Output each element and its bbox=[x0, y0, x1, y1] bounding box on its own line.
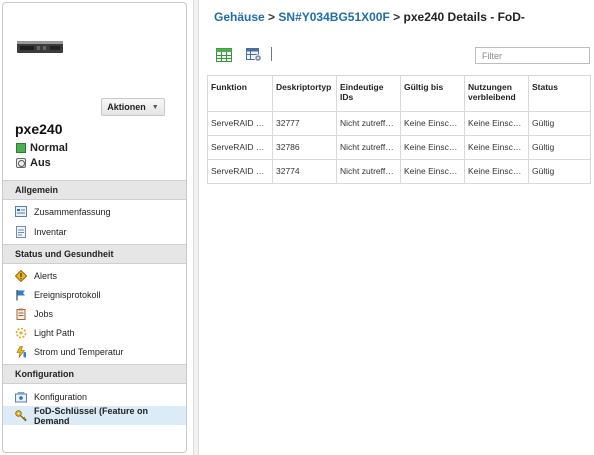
configuration-icon bbox=[15, 391, 27, 403]
breadcrumb-separator: > bbox=[393, 10, 401, 24]
sidebar-item-label: Inventar bbox=[34, 226, 67, 237]
sidebar-item-inventory[interactable]: Inventar bbox=[3, 222, 186, 241]
sidebar-item-label: Konfiguration bbox=[34, 391, 88, 402]
table-cell: Keine Einschränkung bbox=[400, 135, 465, 160]
sidebar-item-summary[interactable]: Zusammenfassung bbox=[3, 202, 186, 221]
sidebar-item-power-temperature[interactable]: Strom und Temperatur bbox=[3, 342, 186, 361]
table-cell: 32774 bbox=[272, 159, 337, 184]
sidebar-item-label: Zusammenfassung bbox=[34, 206, 111, 217]
section-header-general: Allgemein bbox=[3, 180, 186, 200]
sidebar-item-jobs[interactable]: Jobs bbox=[3, 304, 186, 323]
key-icon bbox=[15, 409, 27, 422]
table-cell: Keine Einschränkung bbox=[464, 159, 529, 184]
device-sidebar: Aktionen ▼ pxe240 Normal Aus Allgemein Z… bbox=[2, 2, 187, 453]
section-header-configuration: Konfiguration bbox=[3, 364, 186, 384]
table-cell: Keine Einschränkung bbox=[464, 111, 529, 136]
sidebar-item-label: Alerts bbox=[34, 270, 58, 281]
export-table-icon[interactable] bbox=[216, 48, 232, 62]
column-header-valid-until[interactable]: Gültig bis bbox=[400, 75, 465, 112]
lightpath-icon bbox=[15, 327, 27, 339]
panel-splitter[interactable] bbox=[193, 0, 199, 455]
column-header-descriptor-type[interactable]: Deskriptortyp bbox=[272, 75, 337, 112]
power-off-icon bbox=[16, 158, 26, 168]
table-cell: Keine Einschränkung bbox=[400, 159, 465, 184]
power-temperature-icon bbox=[15, 345, 27, 358]
breadcrumb-separator: > bbox=[268, 10, 276, 24]
sidebar-item-label: FoD-Schlüssel (Feature on Demand bbox=[34, 405, 149, 426]
summary-icon bbox=[15, 206, 27, 218]
table-cell: Gültig bbox=[528, 135, 591, 160]
sidebar-item-label: Jobs bbox=[34, 308, 54, 319]
breadcrumb-link-chassis[interactable]: Gehäuse bbox=[214, 10, 265, 24]
sidebar-item-light-path[interactable]: Light Path bbox=[3, 323, 186, 342]
column-header-unique-ids[interactable]: Eindeutige IDs bbox=[336, 75, 401, 112]
table-cell: ServeRAID M5100 Series Performance Upgra… bbox=[207, 159, 273, 184]
jobs-icon bbox=[15, 308, 27, 320]
server-device-image bbox=[17, 41, 63, 53]
sidebar-item-label: Ereignisprotokoll bbox=[34, 289, 101, 300]
sidebar-item-fod-keys[interactable]: FoD-Schlüssel (Feature on Demand bbox=[3, 405, 186, 426]
table-cell: 32786 bbox=[272, 135, 337, 160]
sidebar-item-label: Strom und Temperatur bbox=[34, 346, 124, 357]
table-cell: Keine Einschränkung bbox=[464, 135, 529, 160]
toolbar-separator bbox=[271, 47, 272, 61]
table-header-row: Funktion Deskriptortyp Eindeutige IDs Gü… bbox=[207, 75, 591, 112]
page-title: pxe240 Details - FoD- bbox=[403, 10, 525, 24]
sidebar-item-event-log[interactable]: Ereignisprotokoll bbox=[3, 285, 186, 304]
table-cell: Keine Einschränkung bbox=[400, 111, 465, 136]
table-row[interactable]: ServeRAID M5100 Series RAID 5 Upgrade 32… bbox=[207, 111, 591, 136]
table-cell: ServeRAID M5100 Series RAID 6 Upgrade bbox=[207, 135, 273, 160]
actions-label: Aktionen bbox=[107, 102, 146, 112]
inventory-icon bbox=[15, 225, 27, 238]
table-cell: Gültig bbox=[528, 111, 591, 136]
power-status-label: Aus bbox=[30, 157, 51, 169]
table-settings-icon[interactable] bbox=[246, 48, 262, 62]
actions-dropdown-button[interactable]: Aktionen ▼ bbox=[101, 98, 165, 116]
table-cell: 32777 bbox=[272, 111, 337, 136]
flag-icon bbox=[15, 289, 27, 301]
column-header-function[interactable]: Funktion bbox=[207, 75, 273, 112]
table-row[interactable]: ServeRAID M5100 Series Performance Upgra… bbox=[207, 159, 591, 184]
chevron-down-icon: ▼ bbox=[151, 103, 159, 111]
table-cell: Nicht zutreffend bbox=[336, 111, 401, 136]
device-name: pxe240 bbox=[15, 121, 63, 137]
breadcrumb-link-serial[interactable]: SN#Y034BG51X00F bbox=[278, 10, 389, 24]
column-header-uses-remaining[interactable]: Nutzungen verbleibend bbox=[464, 75, 529, 112]
status-normal-icon bbox=[16, 143, 26, 153]
table-row[interactable]: ServeRAID M5100 Series RAID 6 Upgrade 32… bbox=[207, 135, 591, 160]
breadcrumb: Gehäuse > SN#Y034BG51X00F > pxe240 Detai… bbox=[214, 10, 525, 24]
sidebar-item-alerts[interactable]: Alerts bbox=[3, 266, 186, 285]
table-cell: Gültig bbox=[528, 159, 591, 184]
power-status: Aus bbox=[16, 157, 51, 169]
table-cell: ServeRAID M5100 Series RAID 5 Upgrade bbox=[207, 111, 273, 136]
section-header-status-health: Status und Gesundheit bbox=[3, 244, 186, 264]
alert-icon bbox=[15, 269, 27, 282]
table-cell: Nicht zutreffend bbox=[336, 159, 401, 184]
sidebar-item-configuration[interactable]: Konfiguration bbox=[3, 387, 186, 406]
sidebar-item-label: Light Path bbox=[34, 327, 75, 338]
health-status-label: Normal bbox=[30, 142, 68, 154]
table-cell: Nicht zutreffend bbox=[336, 135, 401, 160]
fod-keys-table: Funktion Deskriptortyp Eindeutige IDs Gü… bbox=[207, 75, 591, 184]
column-header-status[interactable]: Status bbox=[528, 75, 591, 112]
health-status: Normal bbox=[16, 142, 68, 154]
filter-input[interactable] bbox=[475, 47, 590, 64]
